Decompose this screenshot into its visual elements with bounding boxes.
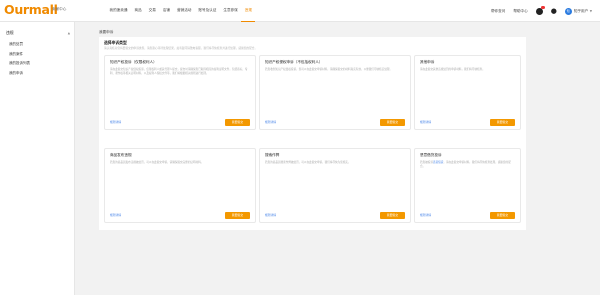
card-description: 若您的商品因搜索作弊被处罚，可以在此提交申诉，我们将尽快为您核实。 <box>265 161 351 164</box>
card-title: 知识产权侵权申诉（不包括权利人） <box>265 60 323 64</box>
rules-link[interactable]: 规则详情 <box>420 213 431 217</box>
rules-link[interactable]: 规则详情 <box>265 213 276 217</box>
submit-button[interactable]: 我要提交 <box>380 212 405 219</box>
appeal-card: 知识产权侵权申诉（不包括权利人） 若您收到知识产权侵权投诉，您可以在此提交申诉材… <box>259 55 411 130</box>
card-description: 若您收到知识产权侵权投诉，您可以在此提交申诉材料，请确保提交的材料真实有效，以便… <box>265 68 393 71</box>
sidebar: 违规 ▲ 我的处罚 我的案件 我的投诉列表 我的申诉 <box>0 22 75 295</box>
rules-link[interactable]: 规则详情 <box>265 120 276 124</box>
sidebar-item-my-penalties[interactable]: 我的处罚 <box>9 40 30 50</box>
ourmall-logo[interactable]: Ourmall <box>4 3 58 17</box>
header-link-query[interactable]: 帮你查问 <box>491 9 505 14</box>
notification-badge <box>541 5 545 9</box>
panel-subtitle: 请认真核对您将要提交的申诉类型，请您耐心等待处理结果，如有疑问请致电客服，我们将… <box>104 46 258 50</box>
user-name[interactable]: 知乎用户 <box>574 9 588 14</box>
sidebar-item-my-cases[interactable]: 我的案件 <box>9 50 30 60</box>
sidebar-group-title: 违规 <box>6 30 14 35</box>
main-nav: 我的速卖通 商品 交易 店铺 营销活动 账号及认证 生意参谋 违规 <box>106 0 256 22</box>
nav-item-products[interactable]: 商品 <box>131 0 145 22</box>
logo-subtitle: 卖家中心 <box>52 7 67 11</box>
submit-button[interactable]: 我要提交 <box>490 212 515 219</box>
appeal-type-panel: 选择申诉类型 请认真核对您将要提交的申诉类型，请您耐心等待处理结果，如有疑问请致… <box>99 37 526 230</box>
sidebar-group-header[interactable]: 违规 ▲ <box>6 30 70 36</box>
nav-item-orders[interactable]: 交易 <box>145 0 159 22</box>
header-actions: 帮你查问 帮助中心 ● 知 知乎用户 ▼ <box>483 0 592 22</box>
card-title: 恶意借货投诉 <box>420 153 442 157</box>
submit-button[interactable]: 我要提交 <box>225 119 250 126</box>
submit-button[interactable]: 我要提交 <box>490 119 515 126</box>
inline-rule-link[interactable]: 恶意借货 <box>433 161 443 164</box>
card-description: 若您被投诉恶意借货，请在此提交申诉材料，我们将尽快核查处理，感谢您的配合。 <box>420 161 514 169</box>
card-description: 请在此提交知识产权侵权投诉，仅限权利人或其代理人提交，提交时请确保您已取得相应的… <box>110 68 248 76</box>
message-icon[interactable] <box>535 5 545 15</box>
breadcrumb: 我要申诉 <box>99 30 114 34</box>
rules-link[interactable]: 规则详情 <box>110 120 121 124</box>
card-title: 搜索作弊 <box>265 153 280 157</box>
bell-icon[interactable]: ● <box>551 7 557 15</box>
submit-button[interactable]: 我要提交 <box>380 119 405 126</box>
header-link-help[interactable]: 帮助中心 <box>513 9 527 14</box>
card-description: 若您的商品因发布违规被处罚，可以在此提交申诉，请确保提交完整的证明材料。 <box>110 161 204 164</box>
nav-item-my-store[interactable]: 我的速卖通 <box>106 0 131 22</box>
card-title: 其他申诉 <box>420 60 435 64</box>
sidebar-items: 我的处罚 我的案件 我的投诉列表 我的申诉 <box>9 40 30 78</box>
avatar[interactable]: 知 <box>564 7 572 15</box>
chevron-up-icon[interactable]: ▲ <box>68 31 70 35</box>
nav-item-analytics[interactable]: 生意参谋 <box>220 0 241 22</box>
submit-button[interactable]: 我要提交 <box>225 212 250 219</box>
top-navbar: Ourmall 卖家中心 我的速卖通 商品 交易 店铺 营销活动 账号及认证 生… <box>0 0 600 22</box>
appeal-card: 搜索作弊 若您的商品因搜索作弊被处罚，可以在此提交申诉，我们将尽快为您核实。 规… <box>259 148 411 223</box>
nav-item-account[interactable]: 账号及认证 <box>195 0 220 22</box>
rules-link[interactable]: 规则详情 <box>420 120 431 124</box>
appeal-card: 知识产权投诉（仅限权利人） 请在此提交知识产权侵权投诉，仅限权利人或其代理人提交… <box>104 55 256 130</box>
card-title: 知识产权投诉（仅限权利人） <box>110 60 157 64</box>
nav-item-marketing[interactable]: 营销活动 <box>174 0 195 22</box>
nav-item-violations[interactable]: 违规 <box>241 0 256 22</box>
card-title: 商品发布违规 <box>110 153 132 157</box>
card-description: 请在此提交其他违规处罚的申诉材料，我们将尽快核查。 <box>420 68 485 71</box>
card-description-prefix: 若您被投诉 <box>420 161 433 164</box>
appeal-card: 商品发布违规 若您的商品因发布违规被处罚，可以在此提交申诉，请确保提交完整的证明… <box>104 148 256 223</box>
appeal-card: 其他申诉 请在此提交其他违规处罚的申诉材料，我们将尽快核查。 规则详情 我要提交 <box>414 55 521 130</box>
rules-link[interactable]: 规则详情 <box>110 213 121 217</box>
chevron-down-icon[interactable]: ▼ <box>590 9 592 13</box>
nav-item-shop[interactable]: 店铺 <box>159 0 173 22</box>
main-content: 我要申诉 选择申诉类型 请认真核对您将要提交的申诉类型，请您耐心等待处理结果，如… <box>75 22 600 295</box>
sidebar-item-my-complaints[interactable]: 我的投诉列表 <box>9 59 30 69</box>
sidebar-item-my-appeals[interactable]: 我的申诉 <box>9 69 30 79</box>
appeal-card: 恶意借货投诉 若您被投诉恶意借货，请在此提交申诉材料，我们将尽快核查处理，感谢您… <box>414 148 521 223</box>
